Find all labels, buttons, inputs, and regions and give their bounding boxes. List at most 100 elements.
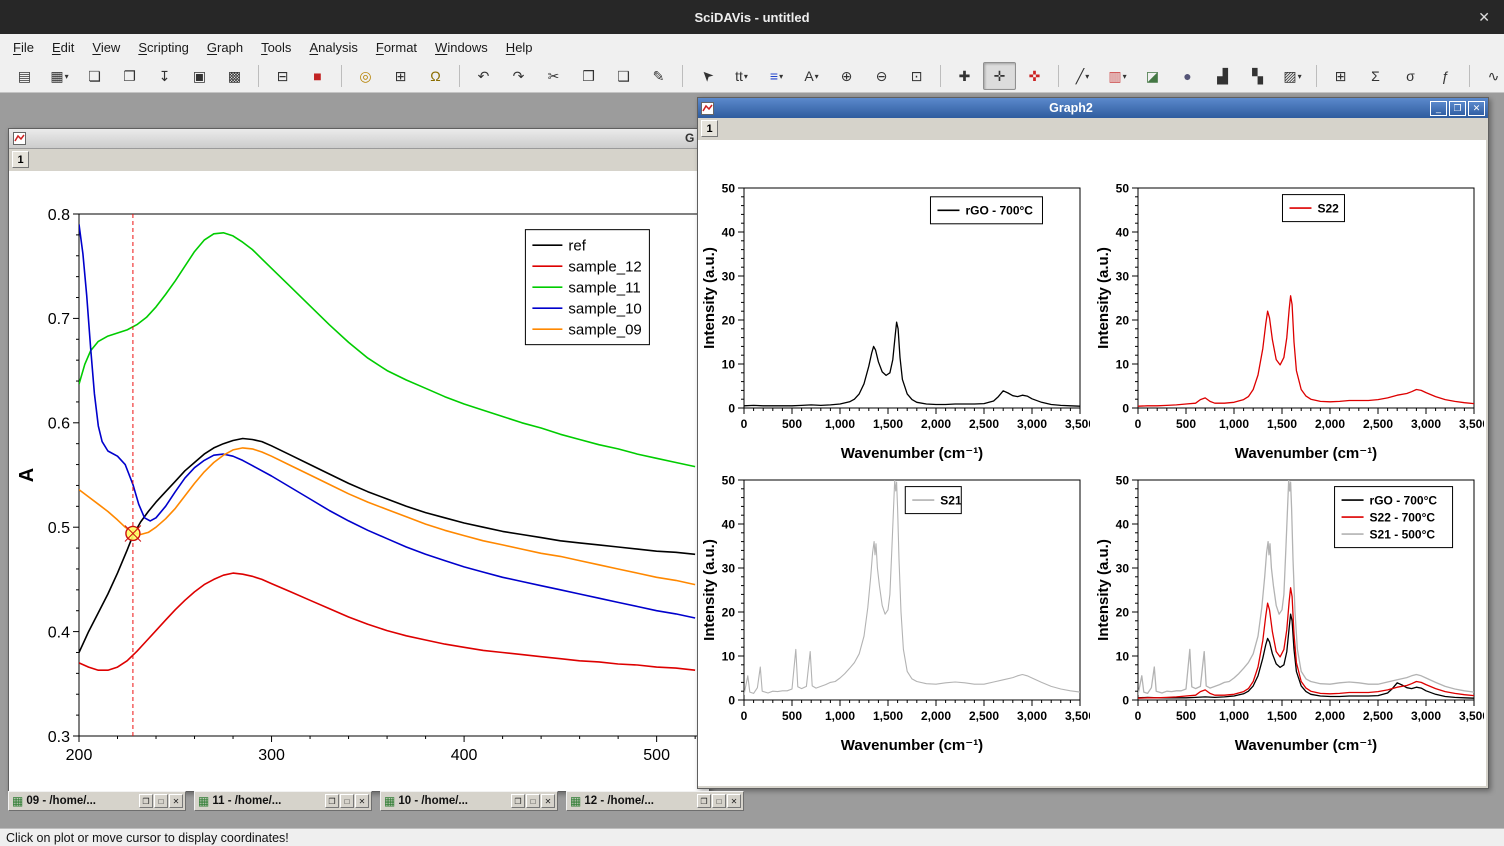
open-project-button[interactable]: ❏ bbox=[78, 62, 111, 90]
add-image-button[interactable]: ◪ bbox=[1136, 62, 1169, 90]
set-column-values-button[interactable]: ƒ bbox=[1429, 62, 1462, 90]
svg-text:30: 30 bbox=[1116, 269, 1130, 283]
plot-legend[interactable]: S22 bbox=[1282, 195, 1344, 222]
maximize-icon[interactable]: □ bbox=[526, 794, 540, 808]
plot-bars-button[interactable]: ▚ bbox=[1241, 62, 1274, 90]
raman-combined-canvas[interactable]: 05001,0001,5002,0002,5003,0003,500010203… bbox=[1094, 468, 1484, 758]
plot-legend[interactable]: refsample_12sample_11sample_10sample_09 bbox=[525, 230, 649, 345]
table-window-icon: ▦ bbox=[384, 794, 395, 808]
graph2-titlebar[interactable]: Graph2 _ ❐ ✕ bbox=[698, 98, 1488, 118]
script-editor-button[interactable]: ✎ bbox=[642, 62, 675, 90]
plot-wizard-button[interactable]: ∿ bbox=[1477, 62, 1504, 90]
menu-analysis[interactable]: Analysis bbox=[300, 36, 366, 59]
paste-button[interactable]: ❑ bbox=[607, 62, 640, 90]
svg-text:sample_10: sample_10 bbox=[568, 301, 641, 318]
menu-format[interactable]: Format bbox=[367, 36, 426, 59]
copy-button[interactable]: ❒ bbox=[572, 62, 605, 90]
row-statistics-button[interactable]: Σ bbox=[1359, 62, 1392, 90]
uv-vis-plot-canvas[interactable]: 2003004005000.30.40.50.60.70.8Arefsample… bbox=[9, 171, 709, 791]
plot-legend[interactable]: rGO - 700°C bbox=[930, 197, 1042, 224]
script-editor-icon: ✎ bbox=[653, 69, 665, 83]
minimized-window-tab[interactable]: ▦09 - /home/...❐□✕ bbox=[8, 791, 186, 811]
restore-icon[interactable]: ❐ bbox=[511, 794, 525, 808]
zoom-in-icon: ⊕ bbox=[841, 69, 853, 83]
cut-button[interactable]: ✂ bbox=[537, 62, 570, 90]
menu-file[interactable]: File bbox=[4, 36, 43, 59]
color-map-button[interactable]: ▥▾ bbox=[1101, 62, 1134, 90]
draw-line-icon: ╱ bbox=[1076, 69, 1084, 83]
column-statistics-button[interactable]: σ bbox=[1394, 62, 1427, 90]
new-table-button[interactable]: ▦▾ bbox=[43, 62, 76, 90]
restore-icon[interactable]: ❐ bbox=[1449, 101, 1466, 116]
plot-3d-button[interactable]: ● bbox=[1171, 62, 1204, 90]
undo-button[interactable]: ↶ bbox=[467, 62, 500, 90]
open-template-button[interactable]: ❐ bbox=[113, 62, 146, 90]
save-template-button[interactable]: ▩ bbox=[218, 62, 251, 90]
add-column-button[interactable]: ⊞ bbox=[1324, 62, 1357, 90]
add-text-button[interactable]: A▾ bbox=[795, 62, 828, 90]
column-statistics-icon: σ bbox=[1406, 69, 1415, 83]
close-icon[interactable]: ✕ bbox=[541, 794, 555, 808]
restore-icon[interactable]: ❐ bbox=[697, 794, 711, 808]
restore-icon[interactable]: ❐ bbox=[325, 794, 339, 808]
graph2-page-tab[interactable]: 1 bbox=[701, 120, 718, 137]
close-icon[interactable]: ✕ bbox=[355, 794, 369, 808]
menu-tools[interactable]: Tools bbox=[252, 36, 300, 59]
raman-rgo-canvas[interactable]: 05001,0001,5002,0002,5003,0003,500010203… bbox=[700, 176, 1090, 466]
select-data-range-button[interactable]: ✚ bbox=[948, 62, 981, 90]
menu-scripting[interactable]: Scripting bbox=[129, 36, 198, 59]
svg-text:0.6: 0.6 bbox=[48, 416, 70, 433]
minimized-window-tab[interactable]: ▦12 - /home/...❐□✕ bbox=[566, 791, 744, 811]
close-icon[interactable]: ✕ bbox=[727, 794, 741, 808]
export-pdf-button[interactable]: ■ bbox=[301, 62, 334, 90]
maximize-icon[interactable]: □ bbox=[340, 794, 354, 808]
rescale-to-show-all-button[interactable]: ⊡ bbox=[900, 62, 933, 90]
svg-text:1,500: 1,500 bbox=[873, 709, 903, 723]
redo-button[interactable]: ↷ bbox=[502, 62, 535, 90]
graph1-titlebar[interactable]: G bbox=[9, 129, 709, 149]
close-icon[interactable]: ✕ bbox=[1478, 0, 1490, 34]
lock-toolbars-button[interactable]: Ω bbox=[419, 62, 452, 90]
close-icon[interactable]: ✕ bbox=[1468, 101, 1485, 116]
zoom-in-button[interactable]: ⊕ bbox=[830, 62, 863, 90]
raman-s21-canvas[interactable]: 05001,0001,5002,0002,5003,0003,500010203… bbox=[700, 468, 1090, 758]
screen-reader-button[interactable]: ✜ bbox=[1018, 62, 1051, 90]
plot-legend[interactable]: rGO - 700°CS22 - 700°CS21 - 500°C bbox=[1335, 487, 1453, 548]
minimize-icon[interactable]: _ bbox=[1430, 101, 1447, 116]
svg-text:Wavenumber (cm⁻¹): Wavenumber (cm⁻¹) bbox=[1235, 445, 1377, 462]
plot-legend[interactable]: S21 bbox=[905, 487, 962, 514]
print-button[interactable]: ⊟ bbox=[266, 62, 299, 90]
pointer-button[interactable]: ➤ bbox=[690, 62, 723, 90]
plot-histogram-button[interactable]: ▟ bbox=[1206, 62, 1239, 90]
maximize-icon[interactable]: □ bbox=[154, 794, 168, 808]
import-ascii-button[interactable]: ↧ bbox=[148, 62, 181, 90]
app-titlebar[interactable]: SciDAVis - untitled ✕ bbox=[0, 0, 1504, 34]
restore-icon[interactable]: ❐ bbox=[139, 794, 153, 808]
project-explorer-button[interactable]: ◎ bbox=[349, 62, 382, 90]
add-curve-button[interactable]: ≡▾ bbox=[760, 62, 793, 90]
add-column-icon: ⊞ bbox=[1335, 69, 1347, 83]
close-icon[interactable]: ✕ bbox=[169, 794, 183, 808]
plot-style-button[interactable]: ▨▾ bbox=[1276, 62, 1309, 90]
graph1-page-tab[interactable]: 1 bbox=[12, 151, 29, 168]
menu-graph[interactable]: Graph bbox=[198, 36, 252, 59]
menu-windows[interactable]: Windows bbox=[426, 36, 497, 59]
menu-edit[interactable]: Edit bbox=[43, 36, 83, 59]
minimized-window-tab[interactable]: ▦11 - /home/...❐□✕ bbox=[194, 791, 372, 811]
menu-view[interactable]: View bbox=[83, 36, 129, 59]
data-reader-button[interactable]: ✛ bbox=[983, 62, 1016, 90]
raman-s22-canvas[interactable]: 05001,0001,5002,0002,5003,0003,500010203… bbox=[1094, 176, 1484, 466]
minimized-window-tab[interactable]: ▦10 - /home/...❐□✕ bbox=[380, 791, 558, 811]
menu-help[interactable]: Help bbox=[497, 36, 542, 59]
zoom-out-button[interactable]: ⊖ bbox=[865, 62, 898, 90]
toolbar-separator bbox=[459, 65, 460, 87]
save-project-button[interactable]: ▣ bbox=[183, 62, 216, 90]
draw-line-button[interactable]: ╱▾ bbox=[1066, 62, 1099, 90]
svg-text:20: 20 bbox=[722, 313, 736, 327]
add-layer-button[interactable]: tt▾ bbox=[725, 62, 758, 90]
new-project-button[interactable]: ▤ bbox=[8, 62, 41, 90]
results-log-button[interactable]: ⊞ bbox=[384, 62, 417, 90]
svg-text:10: 10 bbox=[722, 357, 736, 371]
graph-window-icon bbox=[701, 102, 714, 115]
maximize-icon[interactable]: □ bbox=[712, 794, 726, 808]
